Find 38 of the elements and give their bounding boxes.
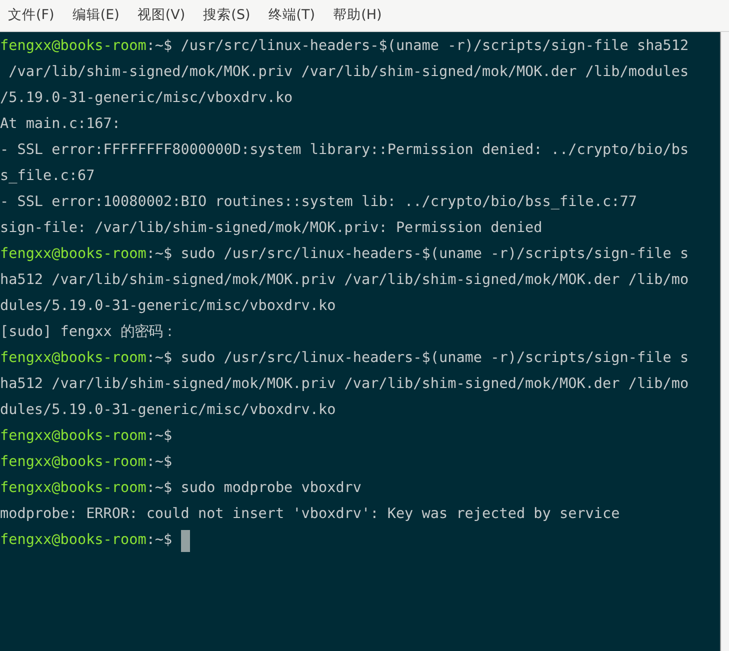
- prompt-path: :~$: [146, 245, 172, 264]
- output-text: [sudo] fengxx 的密码：: [0, 322, 177, 342]
- menu-item[interactable]: 搜索(S): [199, 5, 254, 26]
- output-text: modprobe: ERROR: could not insert 'vboxdrv': Key was rejected by service: [0, 505, 620, 524]
- output-text: - SSL error:10080002:BIO routines::system lib: ../crypto/bio/bss_file.c:77: [0, 193, 637, 212]
- menu-item[interactable]: 帮助(H): [329, 5, 386, 26]
- command-text: sudo /usr/src/linux-headers-$(uname -r)/scripts/sign-file s: [180, 245, 689, 264]
- prompt-path: :~$: [146, 479, 172, 498]
- prompt-user: fengxx@books-room: [0, 245, 146, 264]
- prompt-user: fengxx@books-room: [0, 479, 146, 498]
- command-text: sudo /usr/src/linux-headers-$(uname -r)/scripts/sign-file s: [180, 349, 689, 368]
- output-text: /5.19.0-31-generic/misc/vboxdrv.ko: [0, 89, 293, 108]
- prompt-path: :~$: [146, 349, 172, 368]
- prompt-user: fengxx@books-room: [0, 349, 146, 368]
- menu-item[interactable]: 编辑(E): [68, 5, 124, 26]
- output-text: At main.c:167:: [0, 115, 121, 134]
- menu-item[interactable]: 文件(F): [4, 5, 58, 26]
- prompt-path: :~$: [146, 37, 172, 56]
- prompt-user: fengxx@books-room: [0, 427, 146, 446]
- scrollbar[interactable]: [720, 32, 729, 651]
- output-text: dules/5.19.0-31-generic/misc/vboxdrv.ko: [0, 297, 336, 316]
- prompt-user: fengxx@books-room: [0, 531, 146, 550]
- command-text: sudo modprobe vboxdrv: [180, 479, 362, 498]
- prompt-path: :~$: [146, 453, 172, 472]
- output-text: dules/5.19.0-31-generic/misc/vboxdrv.ko: [0, 401, 336, 420]
- prompt-path: :~$: [146, 427, 172, 446]
- output-text: sign-file: /var/lib/shim-signed/mok/MOK.priv: Permission denied: [0, 219, 542, 238]
- output-text: ha512 /var/lib/shim-signed/mok/MOK.priv /var/lib/shim-signed/mok/MOK.der /lib/mo: [0, 271, 689, 290]
- output-text: - SSL error:FFFFFFFF8000000D:system library::Permission denied: ../crypto/bio/bs: [0, 141, 689, 160]
- menu-item[interactable]: 视图(V): [133, 5, 190, 26]
- prompt-path: :~$: [146, 531, 172, 550]
- prompt-user: fengxx@books-room: [0, 37, 146, 56]
- prompt-user: fengxx@books-room: [0, 453, 146, 472]
- output-text: s_file.c:67: [0, 167, 95, 186]
- command-text: /usr/src/linux-headers-$(uname -r)/scripts/sign-file sha512: [180, 37, 689, 56]
- output-text: ha512 /var/lib/shim-signed/mok/MOK.priv /var/lib/shim-signed/mok/MOK.der /lib/mo: [0, 375, 689, 394]
- menu-item[interactable]: 终端(T): [264, 5, 320, 26]
- output-text: /var/lib/shim-signed/mok/MOK.priv /var/lib/shim-signed/mok/MOK.der /lib/modules: [8, 63, 689, 82]
